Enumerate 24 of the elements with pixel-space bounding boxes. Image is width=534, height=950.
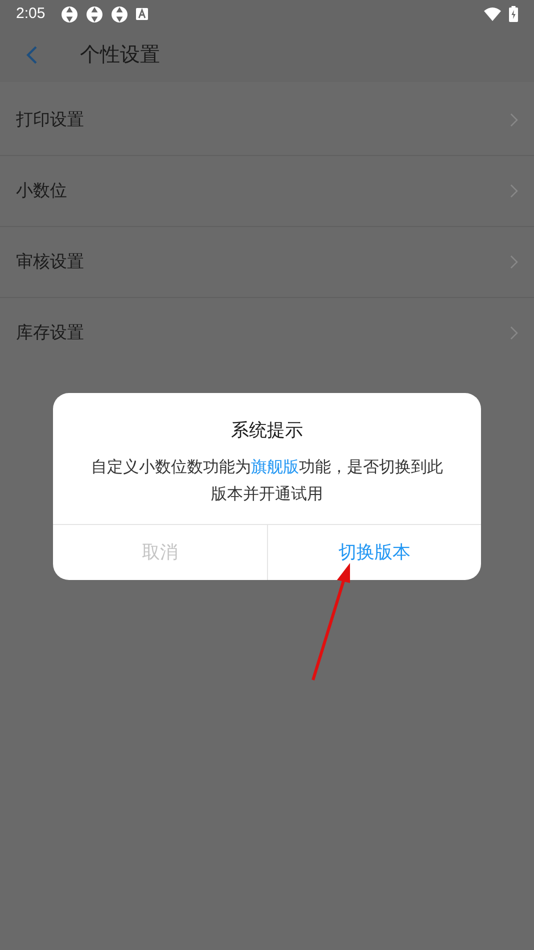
dialog-message: 自定义小数位数功能为旗舰版功能，是否切换到此版本并开通试用	[90, 458, 444, 505]
app-icon	[61, 6, 78, 22]
settings-row[interactable]: 小数位	[0, 156, 534, 226]
settings-row[interactable]: 库存设置	[0, 298, 534, 368]
settings-label: 小数位	[16, 180, 67, 202]
battery-icon	[509, 6, 518, 22]
settings-label: 打印设置	[16, 109, 84, 132]
settings-row[interactable]: 打印设置	[0, 85, 534, 155]
chevron-right-icon	[510, 113, 518, 127]
back-icon	[26, 45, 38, 65]
wifi-icon	[484, 7, 501, 21]
page-title: 个性设置	[80, 43, 160, 68]
settings-row[interactable]: 审核设置	[0, 227, 534, 297]
chevron-right-icon	[510, 255, 518, 269]
settings-label: 审核设置	[16, 251, 84, 274]
app-icon	[86, 6, 104, 22]
keyboard-a-icon	[136, 8, 148, 20]
status-time: 2:05	[16, 4, 46, 24]
app-icon	[111, 6, 128, 22]
chevron-right-icon	[510, 184, 518, 198]
chevron-right-icon	[510, 326, 518, 340]
dialog-title: 系统提示	[231, 419, 303, 442]
cancel-button[interactable]: 取消	[53, 525, 266, 580]
settings-label: 库存设置	[16, 322, 84, 344]
